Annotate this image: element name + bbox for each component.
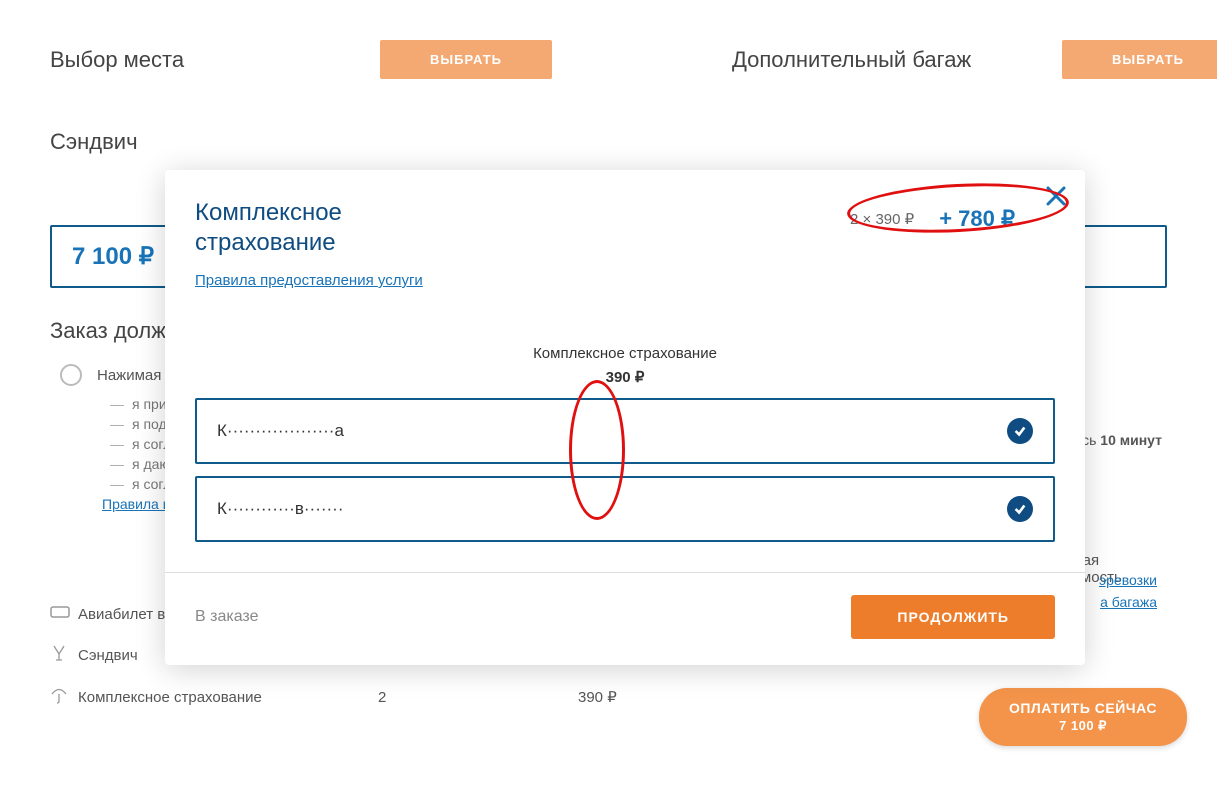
extra-link-1[interactable]: эревозки xyxy=(1099,572,1157,588)
ticket-icon xyxy=(50,604,78,624)
modal-title: Комплексноестрахование xyxy=(195,198,515,258)
check-icon[interactable] xyxy=(1007,496,1033,522)
umbrella-icon xyxy=(50,686,78,708)
close-icon[interactable] xyxy=(1045,184,1067,212)
baggage-select-button[interactable]: ВЫБРАТЬ xyxy=(1062,40,1217,79)
sandwich-title: Сэндвич xyxy=(50,129,380,155)
sandwich-section: Сэндвич xyxy=(50,129,1167,155)
insurance-modal: Комплексноестрахование Правила предостав… xyxy=(165,170,1085,665)
pay-now-button[interactable]: ОПЛАТИТЬ СЕЙЧАС 7 100 ₽ xyxy=(979,688,1187,746)
seat-title: Выбор места xyxy=(50,47,380,73)
modal-product-price: 390 ₽ xyxy=(195,368,1055,386)
rules-link[interactable]: Правила и xyxy=(102,496,171,512)
check-icon[interactable] xyxy=(1007,418,1033,444)
agree-label: Нажимая к xyxy=(97,367,172,384)
seat-select-button[interactable]: ВЫБРАТЬ xyxy=(380,40,552,79)
modal-calc: 2 × 390 ₽ xyxy=(850,210,914,228)
seat-section: Выбор места ВЫБРАТЬ Дополнительный багаж… xyxy=(50,40,1167,79)
modal-total: + 780 ₽ xyxy=(939,206,1015,232)
baggage-title: Дополнительный багаж xyxy=(732,47,1062,73)
in-order-label: В заказе xyxy=(195,608,258,626)
passenger-row[interactable]: К···················а xyxy=(195,398,1055,464)
agree-radio[interactable] xyxy=(60,364,82,386)
modal-product-name: Комплексное страхование xyxy=(195,345,1055,362)
glass-icon xyxy=(50,644,78,666)
extra-link-2[interactable]: а багажа xyxy=(1099,594,1157,610)
passenger-row[interactable]: К············в······· xyxy=(195,476,1055,542)
modal-rules-link[interactable]: Правила предоставления услуги xyxy=(195,272,423,289)
continue-button[interactable]: ПРОДОЛЖИТЬ xyxy=(851,595,1055,639)
